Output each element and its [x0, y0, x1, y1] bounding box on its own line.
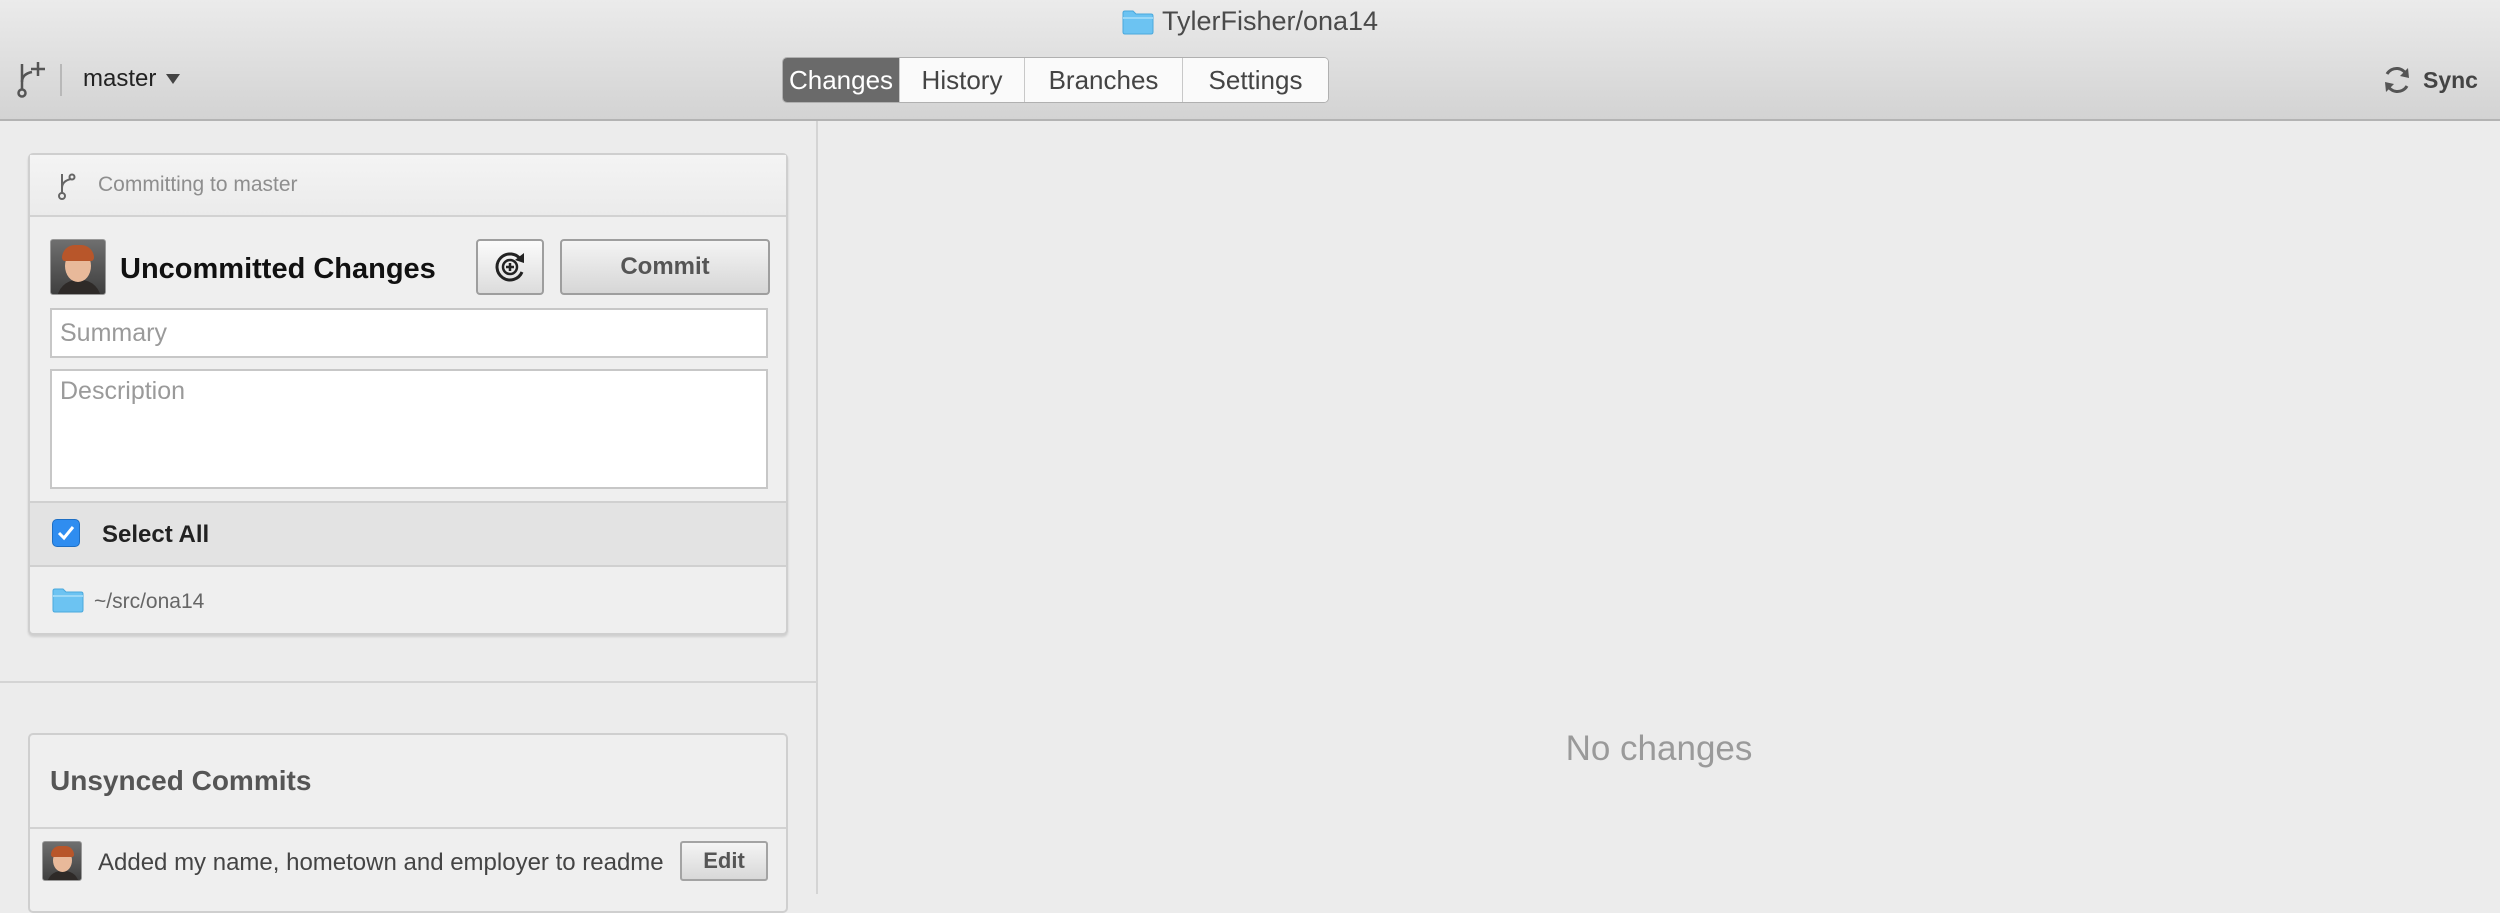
toolbar: TylerFisher/ona14 master Changes History… — [0, 0, 2500, 121]
branch-selector[interactable]: master — [83, 62, 181, 96]
window-title: TylerFisher/ona14 — [0, 6, 2500, 37]
summary-input[interactable] — [50, 308, 768, 358]
tab-changes[interactable]: Changes — [783, 58, 899, 102]
select-all-row[interactable]: Select All — [30, 501, 786, 567]
repository-path-row: ~/src/ona14 — [30, 567, 786, 633]
uncommitted-changes-title: Uncommitted Changes — [120, 253, 436, 285]
committing-label: Committing to master — [98, 173, 298, 196]
diff-pane: No changes — [818, 121, 2500, 894]
unsynced-commits-panel: Unsynced Commits Added my name, hometown… — [28, 733, 788, 913]
discard-changes-button[interactable] — [476, 239, 544, 295]
commit-list-item[interactable]: Added my name, hometown and employer to … — [30, 829, 786, 899]
select-all-checkbox[interactable] — [52, 519, 80, 547]
empty-state-message: No changes — [1565, 729, 1753, 768]
add-branch-icon[interactable] — [14, 60, 46, 98]
sync-label: Sync — [2423, 66, 2478, 93]
discard-icon — [495, 252, 524, 282]
sync-icon — [2385, 67, 2409, 93]
folder-icon — [52, 588, 84, 613]
avatar — [50, 239, 106, 295]
checkmark-icon — [57, 526, 75, 541]
repository-path: ~/src/ona14 — [94, 590, 205, 613]
branch-icon — [58, 173, 76, 200]
description-input[interactable] — [50, 369, 768, 489]
commit-message: Added my name, hometown and employer to … — [98, 849, 664, 876]
tab-history[interactable]: History — [899, 58, 1024, 102]
left-pane: Committing to master Uncommitted Changes… — [0, 121, 818, 913]
avatar — [42, 841, 82, 881]
edit-commit-button[interactable]: Edit — [680, 841, 768, 881]
tab-branches[interactable]: Branches — [1024, 58, 1182, 102]
commit-button[interactable]: Commit — [560, 239, 770, 295]
tab-settings[interactable]: Settings — [1182, 58, 1328, 102]
select-all-label: Select All — [102, 521, 210, 548]
committing-bar: Committing to master — [30, 155, 786, 217]
branch-name: master — [83, 65, 157, 92]
folder-icon — [1122, 10, 1154, 34]
toolbar-separator — [60, 64, 62, 96]
unsynced-commits-title: Unsynced Commits — [50, 765, 312, 796]
chevron-down-icon — [166, 74, 181, 84]
commit-panel: Committing to master Uncommitted Changes… — [28, 153, 788, 635]
view-tabs: Changes History Branches Settings — [782, 57, 1329, 103]
repository-name: TylerFisher/ona14 — [1161, 6, 1379, 36]
sync-button[interactable]: Sync — [2381, 62, 2478, 98]
pane-divider — [0, 681, 816, 683]
